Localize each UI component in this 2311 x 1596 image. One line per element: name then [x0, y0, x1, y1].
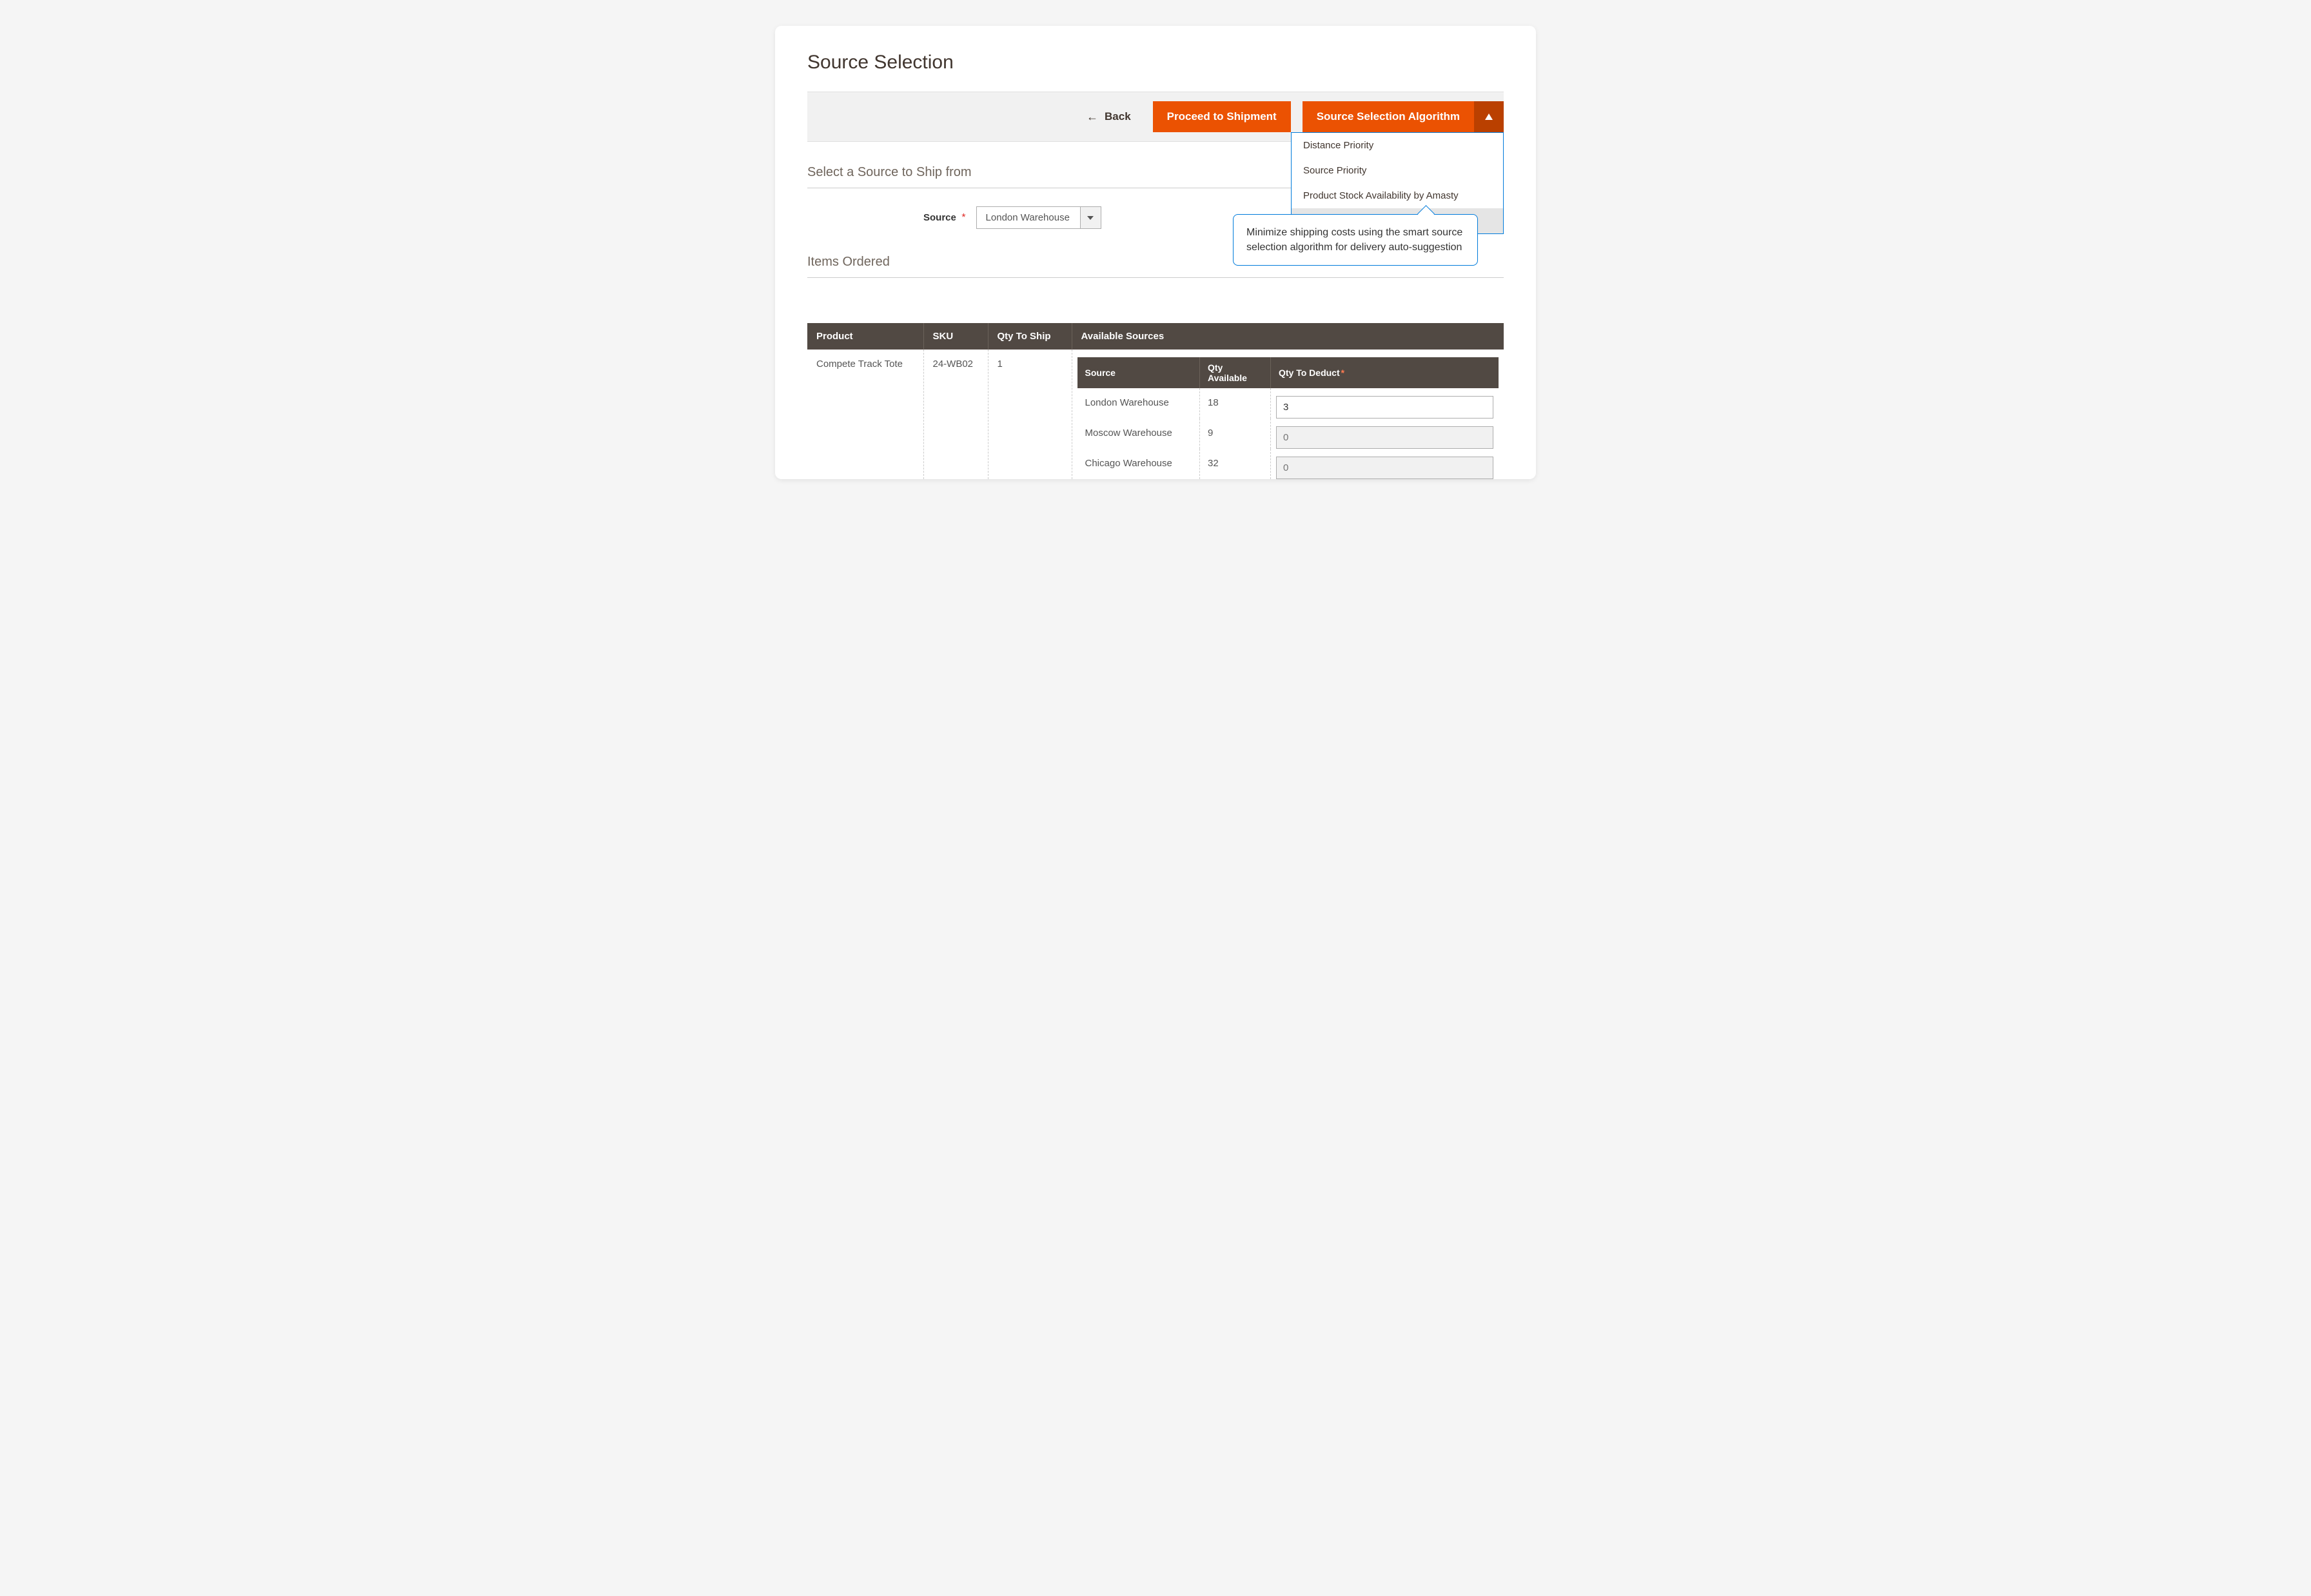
cell-sku: 24-WB02: [923, 350, 988, 479]
items-table: Product SKU Qty To Ship Available Source…: [807, 323, 1504, 479]
arrow-left-icon: ←: [1087, 111, 1098, 123]
algorithm-option-distance-priority[interactable]: Distance Priority: [1292, 133, 1503, 158]
table-row: Compete Track Tote 24-WB02 1 Source Qty …: [807, 350, 1504, 479]
source-field-label: Source: [923, 212, 956, 223]
cell-available-sources: Source Qty Available Qty To Deduct* Lond…: [1072, 350, 1504, 479]
source-row-chicago: Chicago Warehouse 32: [1077, 449, 1499, 479]
source-field-label-wrap: Source *: [923, 212, 966, 224]
qty-to-deduct-input[interactable]: [1276, 396, 1493, 419]
col-qty-available: Qty Available: [1200, 357, 1271, 388]
toolbar: ← Back Proceed to Shipment Source Select…: [807, 92, 1504, 142]
tooltip: Minimize shipping costs using the smart …: [1233, 214, 1478, 266]
algorithm-label: Source Selection Algorithm: [1303, 101, 1474, 132]
source-selection-algorithm-button[interactable]: Source Selection Algorithm: [1303, 101, 1504, 132]
source-select[interactable]: London Warehouse: [976, 206, 1101, 229]
source-select-value: London Warehouse: [977, 207, 1080, 228]
tooltip-wrap: Minimize shipping costs using the smart …: [1233, 214, 1478, 266]
triangle-up-icon: [1474, 101, 1504, 132]
col-product: Product: [807, 323, 923, 350]
algorithm-option-source-priority[interactable]: Source Priority: [1292, 158, 1503, 183]
caret-down-icon: [1080, 207, 1101, 228]
qty-to-deduct-cell: [1271, 449, 1499, 479]
qty-to-deduct-input: [1276, 457, 1493, 479]
proceed-to-shipment-button[interactable]: Proceed to Shipment: [1153, 101, 1291, 132]
back-label: Back: [1105, 110, 1131, 123]
required-asterisk-icon: *: [1341, 368, 1344, 378]
sources-table: Source Qty Available Qty To Deduct* Lond…: [1077, 357, 1499, 479]
algorithm-dropdown-wrap: Source Selection Algorithm Distance Prio…: [1303, 101, 1504, 132]
cell-product: Compete Track Tote: [807, 350, 923, 479]
source-row-london: London Warehouse 18: [1077, 388, 1499, 419]
source-name: Chicago Warehouse: [1077, 449, 1200, 479]
col-sku: SKU: [923, 323, 988, 350]
qty-to-deduct-cell: [1271, 388, 1499, 419]
table-header-row: Product SKU Qty To Ship Available Source…: [807, 323, 1504, 350]
required-asterisk-icon: *: [961, 212, 965, 223]
source-name: Moscow Warehouse: [1077, 419, 1200, 449]
sources-header-row: Source Qty Available Qty To Deduct*: [1077, 357, 1499, 388]
algorithm-option-stock-availability[interactable]: Product Stock Availability by Amasty: [1292, 183, 1503, 208]
qty-available: 18: [1200, 388, 1271, 419]
page-title: Source Selection: [807, 52, 1504, 74]
qty-to-deduct-input: [1276, 426, 1493, 449]
col-available-sources: Available Sources: [1072, 323, 1504, 350]
page-card: Source Selection ← Back Proceed to Shipm…: [775, 26, 1536, 479]
qty-available: 9: [1200, 419, 1271, 449]
qty-available: 32: [1200, 449, 1271, 479]
col-source: Source: [1077, 357, 1200, 388]
col-qty-to-ship: Qty To Ship: [988, 323, 1072, 350]
source-name: London Warehouse: [1077, 388, 1200, 419]
back-button[interactable]: ← Back: [1076, 104, 1141, 130]
cell-qty-to-ship: 1: [988, 350, 1072, 479]
col-qty-to-deduct: Qty To Deduct*: [1271, 357, 1499, 388]
qty-to-deduct-cell: [1271, 419, 1499, 449]
source-row-moscow: Moscow Warehouse 9: [1077, 419, 1499, 449]
